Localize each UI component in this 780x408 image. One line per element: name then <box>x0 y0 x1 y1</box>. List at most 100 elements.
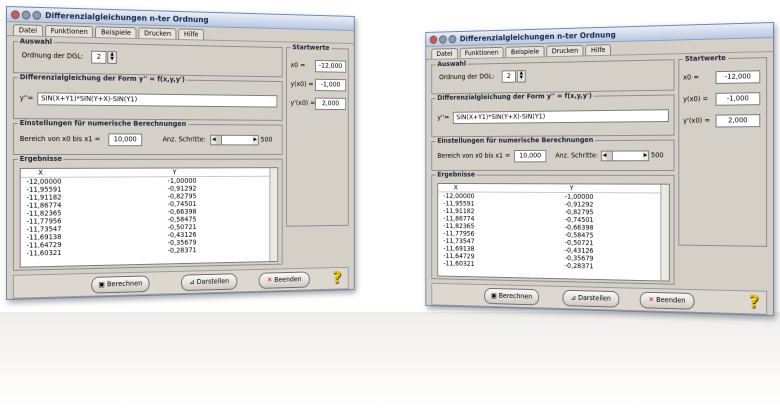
steps-slider[interactable]: ◀ ▶ <box>601 150 649 161</box>
tab-hilfe[interactable]: Hilfe <box>585 44 611 55</box>
slider-thumb[interactable] <box>216 136 222 145</box>
tab-hilfe[interactable]: Hilfe <box>178 28 204 39</box>
group-title-dgl: Differenzialgleichung der Form y'' = f(x… <box>436 92 594 102</box>
button-bar: ▣ Berechnen ⊿ Darstellen ✕ Beenden ? <box>13 267 349 299</box>
group-title-ergebnisse: Ergebnisse <box>436 171 477 179</box>
dgl-prefix: y''= <box>437 114 449 122</box>
y0-input[interactable]: -1,000 <box>315 79 346 92</box>
yp0-input[interactable]: 2,000 <box>315 98 346 110</box>
app-window-right: Differenzialgleichungen n-ter Ordnung Da… <box>425 22 774 316</box>
steps-slider[interactable]: ◀ ▶ <box>210 135 259 146</box>
help-icon[interactable]: ? <box>749 293 765 311</box>
group-title-dgl: Differenzialgleichung der Form y'' = f(x… <box>18 73 187 83</box>
window-controls <box>430 34 457 43</box>
minimize-icon[interactable] <box>22 10 31 19</box>
steps-value: 500 <box>261 136 273 144</box>
group-startwerte: Startwerte x0 = -12,000 y(x0) = -1,000 y… <box>678 57 767 247</box>
window-controls <box>11 10 41 20</box>
group-ergebnisse: Ergebnisse X Y -12,00000 -1,00000 -11,955… <box>13 159 283 271</box>
maximize-icon[interactable] <box>32 10 41 19</box>
cell-x: -11,60321 <box>438 260 565 270</box>
tab-drucken[interactable]: Drucken <box>138 27 176 39</box>
slider-right-icon[interactable]: ▶ <box>252 136 257 145</box>
x0-input[interactable]: -12,000 <box>716 70 761 84</box>
x0-label: x0 = <box>291 61 306 69</box>
window-title: Differenzialgleichungen n-ter Ordnung <box>45 11 209 24</box>
tab-funktionen[interactable]: Funktionen <box>45 25 94 37</box>
steps-value: 500 <box>651 151 664 159</box>
berechnen-button[interactable]: ▣ Berechnen <box>484 288 539 306</box>
tab-datei[interactable]: Datei <box>431 48 457 59</box>
dgl-input[interactable]: SIN(X+Y1)*SIN(Y+X)-SIN(Y1) <box>37 92 277 107</box>
darstellen-label: Darstellen <box>578 294 611 303</box>
col-x-header: X <box>438 184 570 192</box>
group-auswahl: Auswahl Ordnung der DGL: 2 ▲ ▼ <box>431 59 674 94</box>
darstellen-button[interactable]: ⊿ Darstellen <box>563 290 620 308</box>
x0-label: x0 = <box>683 73 699 81</box>
tab-drucken[interactable]: Drucken <box>546 45 583 56</box>
group-title-ergebnisse: Ergebnisse <box>18 155 64 163</box>
group-auswahl: Auswahl Ordnung der DGL: 2 ▲ ▼ <box>13 41 283 77</box>
group-title-auswahl: Auswahl <box>436 60 468 68</box>
range-input[interactable]: 10,000 <box>108 133 142 146</box>
steps-label: Anz. Schritte: <box>555 152 598 160</box>
results-table[interactable]: X Y -12,00000 -1,00000 -11,95591 -0,91292 … <box>20 167 278 267</box>
range-input[interactable]: 10,000 <box>514 150 546 162</box>
cell-x: -11,60321 <box>21 247 168 258</box>
berechnen-button[interactable]: ▣ Berechnen <box>91 275 149 293</box>
group-title-einstellungen: Einstellungen für numerische Berechnunge… <box>436 136 595 145</box>
group-title-startwerte: Startwerte <box>683 54 728 63</box>
tab-datei[interactable]: Datei <box>13 24 43 36</box>
x0-input[interactable]: -12,000 <box>315 60 346 73</box>
order-input[interactable]: 2 <box>91 51 106 64</box>
group-title-auswahl: Auswahl <box>18 37 54 46</box>
darstellen-label: Darstellen <box>197 277 230 286</box>
group-ergebnisse: Ergebnisse X Y -12,00000 -1,00000 -11,955… <box>431 175 674 285</box>
results-table[interactable]: X Y -12,00000 -1,00000 -11,95591 -0,91292 … <box>437 183 669 282</box>
yp0-label: y'(x0) = <box>291 99 316 107</box>
beenden-button[interactable]: ✕ Beenden <box>259 272 310 289</box>
y0-input[interactable]: -1,000 <box>716 92 761 106</box>
yp0-label: y'(x0) = <box>683 117 710 125</box>
dgl-input[interactable]: SIN(X+Y1)*SIN(Y+X)-SIN(Y1) <box>453 109 669 124</box>
dgl-prefix: y''= <box>20 94 34 102</box>
tab-beispiele[interactable]: Beispiele <box>95 26 136 38</box>
col-x-header: X <box>21 168 173 176</box>
results-scrollbar[interactable] <box>660 185 668 281</box>
tab-funktionen[interactable]: Funktionen <box>460 47 504 58</box>
maximize-icon[interactable] <box>449 34 457 43</box>
results-scrollbar[interactable] <box>269 168 277 261</box>
tab-beispiele[interactable]: Beispiele <box>506 46 545 57</box>
order-stepper[interactable]: ▲ ▼ <box>517 70 526 83</box>
darstellen-button[interactable]: ⊿ Darstellen <box>181 273 237 291</box>
cell-y: -0,28371 <box>565 262 669 272</box>
floor-reflection <box>0 312 780 408</box>
group-title-einstellungen: Einstellungen für numerische Berechnunge… <box>18 119 188 128</box>
help-icon[interactable]: ? <box>332 270 346 287</box>
yp0-input[interactable]: 2,000 <box>716 114 761 127</box>
close-icon[interactable] <box>11 10 20 19</box>
close-icon[interactable] <box>430 35 438 44</box>
cell-y: -0,28371 <box>168 245 278 255</box>
order-stepper[interactable]: ▲ ▼ <box>107 51 116 64</box>
minimize-icon[interactable] <box>439 35 447 44</box>
group-einstellungen: Einstellungen für numerische Berechnunge… <box>431 140 674 171</box>
group-title-startwerte: Startwerte <box>291 43 332 51</box>
slider-thumb[interactable] <box>606 152 612 161</box>
slider-right-icon[interactable]: ▶ <box>643 151 649 160</box>
app-window-left: Differenzialgleichungen n-ter Ordnung Da… <box>6 6 355 300</box>
beenden-label: Beenden <box>656 296 685 305</box>
steps-label: Anz. Schritte: <box>163 136 206 144</box>
group-dgl: Differenzialgleichung der Form y'' = f(x… <box>13 77 283 121</box>
y0-label: y(x0) = <box>291 80 314 88</box>
order-input[interactable]: 2 <box>502 70 516 83</box>
order-label: Ordnung der DGL: <box>22 51 84 60</box>
group-dgl: Differenzialgleichung der Form y'' = f(x… <box>431 94 674 137</box>
group-startwerte: Startwerte x0 = -12,000 y(x0) = -1,000 y… <box>286 47 349 227</box>
beenden-button[interactable]: ✕ Beenden <box>640 292 695 310</box>
col-y-header: Y <box>173 168 278 176</box>
berechnen-label: Berechnen <box>499 292 532 300</box>
group-einstellungen: Einstellungen für numerische Berechnunge… <box>13 123 283 155</box>
y0-label: y(x0) = <box>683 95 708 103</box>
close-x-icon: ✕ <box>267 276 272 284</box>
